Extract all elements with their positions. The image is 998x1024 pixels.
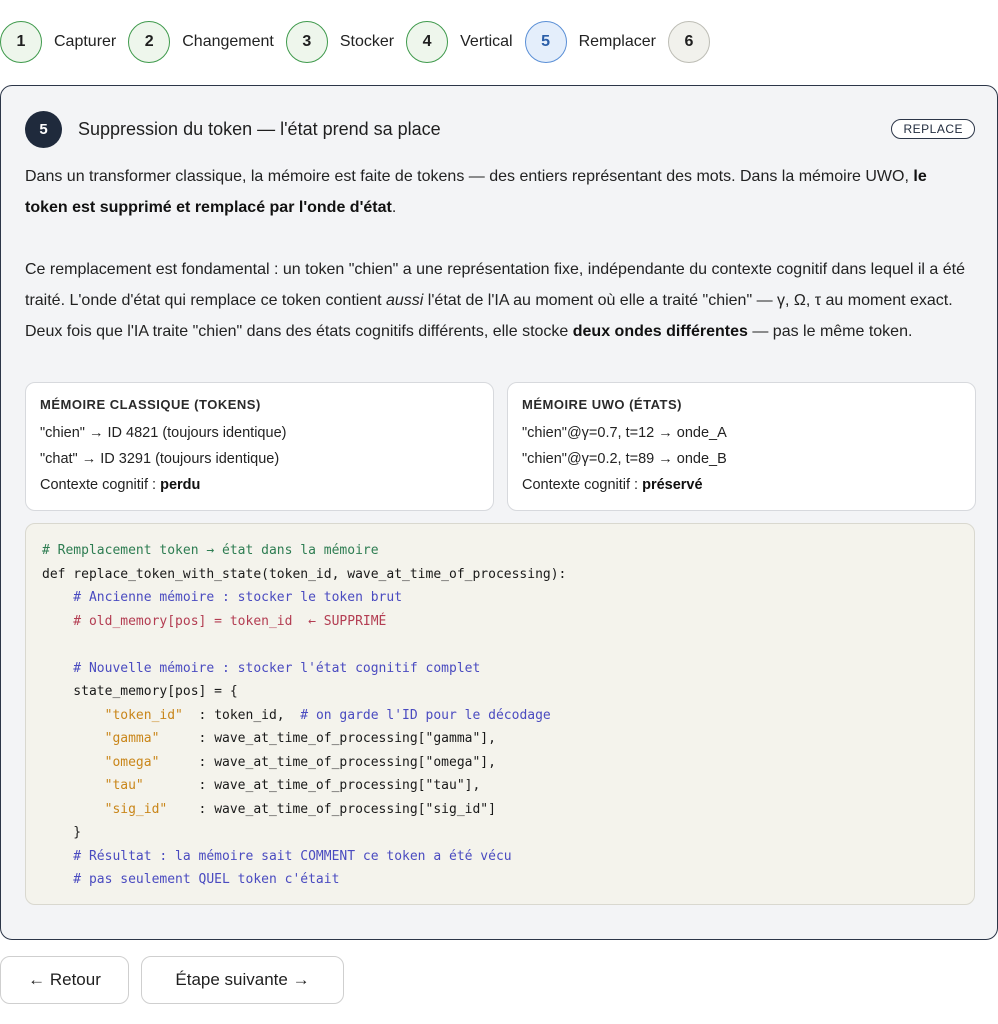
code-text: : token_id, bbox=[182, 707, 301, 723]
label: Contexte cognitif : bbox=[522, 477, 643, 493]
code-line: state_memory[pos] = { bbox=[42, 684, 238, 699]
code-line: # pas seulement QUEL token c'était bbox=[42, 872, 340, 887]
replace-tag: REPLACE bbox=[891, 119, 975, 139]
classic-memory-box: MÉMOIRE CLASSIQUE (TOKENS) "chien" → ID … bbox=[25, 382, 494, 511]
next-step-button[interactable]: Étape suivante → bbox=[141, 956, 344, 1004]
step-5-active[interactable]: 5 Remplacer bbox=[524, 21, 668, 63]
step-number: 5 bbox=[524, 21, 567, 63]
code-block: # Remplacement token → état dans la mémo… bbox=[25, 523, 975, 905]
step-label: Changement bbox=[182, 33, 274, 50]
italic-text: aussi bbox=[386, 292, 424, 309]
step-1[interactable]: 1 Capturer bbox=[0, 21, 128, 63]
box-title: MÉMOIRE CLASSIQUE (TOKENS) bbox=[40, 397, 261, 412]
code-line: # old_memory[pos] = token_id ← SUPPRIMÉ bbox=[42, 613, 387, 629]
box-line: "chat" → ID 3291 (toujours identique) bbox=[40, 451, 280, 467]
step-number: 4 bbox=[406, 21, 449, 63]
code-text: : wave_at_time_of_processing["gamma"], bbox=[159, 731, 496, 746]
code-key: "omega" bbox=[42, 754, 160, 770]
code-line: def replace_token_with_state(token_id, w… bbox=[42, 566, 567, 582]
code-line: "tau" : wave_at_time_of_processing["tau"… bbox=[42, 774, 958, 798]
step-2[interactable]: 2 Changement bbox=[128, 21, 286, 63]
card-header: 5 Suppression du token — l'état prend sa… bbox=[25, 110, 975, 148]
box-line: Contexte cognitif : préservé bbox=[522, 472, 961, 498]
code-key: "sig_id" bbox=[42, 801, 168, 817]
step-label: Remplacer bbox=[578, 33, 656, 50]
label: Contexte cognitif : bbox=[40, 477, 161, 493]
code-line: "omega" : wave_at_time_of_processing["om… bbox=[42, 751, 958, 775]
back-button[interactable]: ← Retour bbox=[0, 956, 129, 1004]
intro-paragraph: Dans un transformer classique, la mémoir… bbox=[25, 161, 967, 223]
code-text: : wave_at_time_of_processing["sig_id"] bbox=[167, 801, 496, 817]
step-label: Vertical bbox=[460, 33, 513, 50]
explanation-paragraph: Ce remplacement est fondamental : un tok… bbox=[25, 254, 967, 347]
box-line: Contexte cognitif : perdu bbox=[40, 472, 479, 498]
text: . bbox=[391, 199, 397, 216]
code-line: # Ancienne mémoire : stocker le token br… bbox=[42, 590, 403, 605]
code-line: # Résultat : la mémoire sait COMMENT ce … bbox=[42, 848, 512, 864]
box-line: "chien"@γ=0.7, t=12 → onde_A bbox=[522, 425, 727, 441]
step-label: Capturer bbox=[54, 33, 117, 50]
step-3[interactable]: 3 Stocker bbox=[285, 21, 406, 63]
code-key: "tau" bbox=[42, 778, 144, 793]
box-line: "chien"@γ=0.2, t=89 → onde_B bbox=[522, 451, 727, 467]
code-line: # Nouvelle mémoire : stocker l'état cogn… bbox=[42, 660, 481, 676]
step-4[interactable]: 4 Vertical bbox=[406, 21, 524, 63]
box-line: "chien" → ID 4821 (toujours identique) bbox=[40, 425, 287, 441]
step-label: Stocker bbox=[339, 33, 395, 50]
stepper: 1 Capturer 2 Changement 3 Stocker 4 Vert… bbox=[0, 20, 710, 64]
code-key: "token_id" bbox=[42, 707, 183, 723]
code-comment: # on garde l'ID pour le décodage bbox=[300, 707, 551, 723]
card-title: Suppression du token — l'état prend sa p… bbox=[78, 118, 441, 139]
step-card: 5 Suppression du token — l'état prend sa… bbox=[0, 85, 998, 940]
box-title: MÉMOIRE UWO (ÉTATS) bbox=[522, 397, 682, 412]
step-6[interactable]: 6 bbox=[667, 21, 710, 63]
step-number: 6 bbox=[667, 21, 710, 63]
code-text: : wave_at_time_of_processing["omega"], bbox=[159, 754, 496, 770]
step-badge: 5 bbox=[25, 110, 62, 148]
emphasis: deux ondes différentes bbox=[572, 323, 748, 340]
value: perdu bbox=[160, 477, 201, 493]
code-line: # Remplacement token → état dans la mémo… bbox=[42, 543, 379, 558]
text: — pas le même token. bbox=[747, 323, 913, 340]
step-number: 2 bbox=[128, 21, 171, 63]
uwo-memory-box: MÉMOIRE UWO (ÉTATS) "chien"@γ=0.7, t=12 … bbox=[507, 382, 976, 511]
value: préservé bbox=[642, 477, 703, 493]
text: Dans un transformer classique, la mémoir… bbox=[25, 168, 914, 185]
code-key: "gamma" bbox=[42, 731, 160, 746]
step-number: 1 bbox=[0, 21, 42, 63]
step-number: 3 bbox=[285, 21, 328, 63]
code-line: "gamma" : wave_at_time_of_processing["ga… bbox=[42, 727, 958, 751]
code-line: } bbox=[42, 825, 82, 840]
code-line: "token_id" : token_id, # on garde l'ID p… bbox=[42, 704, 958, 728]
code-line: "sig_id" : wave_at_time_of_processing["s… bbox=[42, 798, 958, 822]
code-text: : wave_at_time_of_processing["tau"], bbox=[143, 778, 481, 793]
